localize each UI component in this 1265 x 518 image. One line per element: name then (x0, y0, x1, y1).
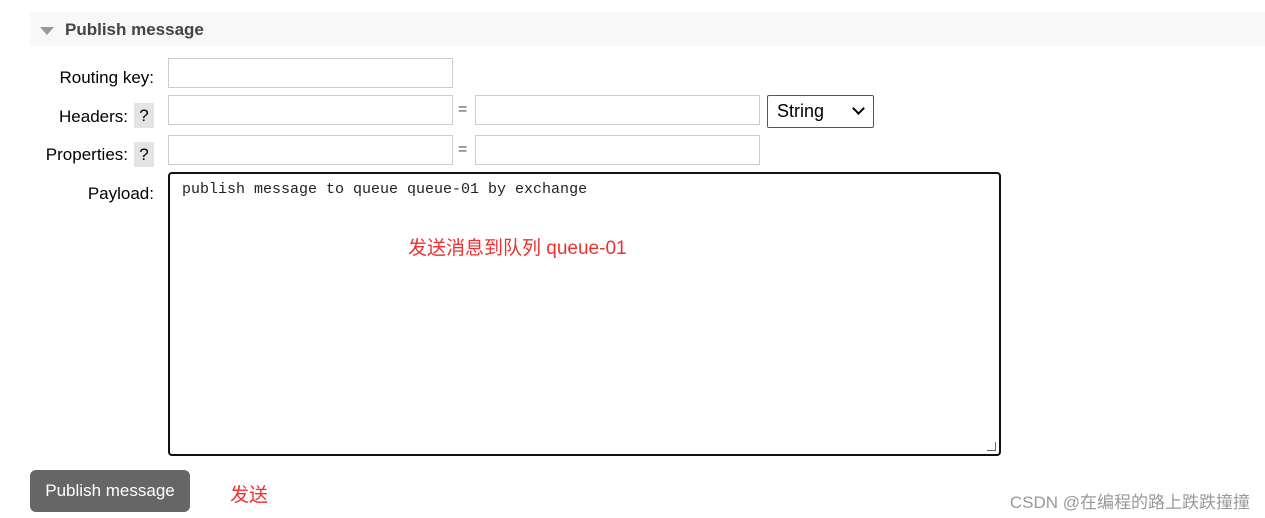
publish-message-button[interactable]: Publish message (30, 470, 190, 512)
property-key-input[interactable] (168, 135, 453, 165)
property-value-input[interactable] (475, 135, 760, 165)
routing-key-input[interactable] (168, 58, 453, 88)
resize-handle-icon[interactable] (987, 442, 996, 451)
header-key-input[interactable] (168, 95, 453, 125)
equals-sign: = (458, 141, 468, 158)
equals-sign: = (458, 101, 468, 118)
collapse-triangle-icon[interactable] (40, 27, 54, 35)
routing-key-label: Routing key: (59, 68, 155, 87)
headers-label: Headers: (59, 107, 128, 126)
section-header[interactable]: Publish message (30, 12, 1265, 46)
header-value-input[interactable] (475, 95, 760, 125)
payload-label: Payload: (87, 184, 154, 203)
chevron-down-icon (852, 102, 865, 115)
send-annotation: 发送 (230, 485, 269, 506)
headers-help-button[interactable]: ? (134, 103, 154, 128)
payload-text: publish message to queue queue-01 by exc… (182, 181, 588, 198)
watermark: CSDN @在编程的路上跌跌撞撞 (1009, 493, 1250, 512)
section-title: Publish message (65, 20, 204, 39)
payload-annotation: 发送消息到队列 queue-01 (408, 238, 627, 259)
payload-textarea[interactable]: publish message to queue queue-01 by exc… (168, 172, 1001, 456)
properties-help-button[interactable]: ? (134, 142, 154, 167)
header-type-value: String (777, 101, 825, 121)
properties-label: Properties: (45, 145, 128, 164)
header-type-select[interactable]: String (767, 95, 874, 128)
